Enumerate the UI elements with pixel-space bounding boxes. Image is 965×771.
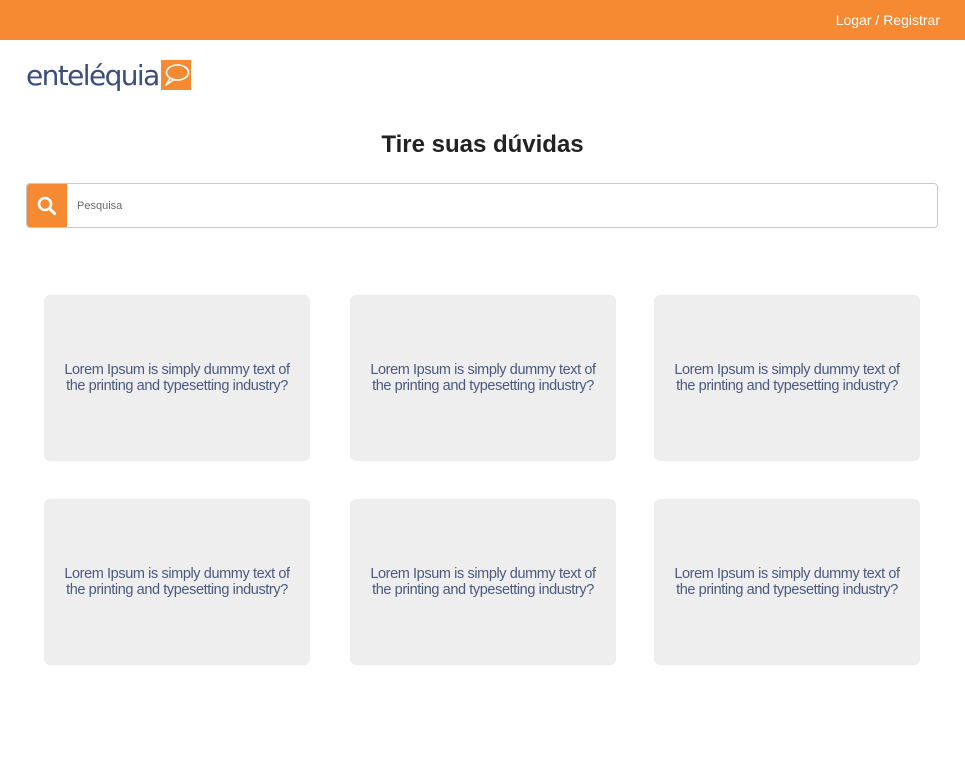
question-text: Lorem Ipsum is simply dummy text of the … xyxy=(370,362,596,394)
question-text: Lorem Ipsum is simply dummy text of the … xyxy=(674,362,900,394)
question-text: Lorem Ipsum is simply dummy text of the … xyxy=(674,566,900,598)
logo-text: enteléquia xyxy=(26,59,160,92)
search-icon xyxy=(37,196,57,215)
question-card[interactable]: Lorem Ipsum is simply dummy text of the … xyxy=(44,499,310,665)
search-button[interactable] xyxy=(27,184,67,227)
question-card[interactable]: Lorem Ipsum is simply dummy text of the … xyxy=(654,295,920,461)
search-bar xyxy=(26,183,938,228)
search-input[interactable] xyxy=(67,184,937,227)
question-card[interactable]: Lorem Ipsum is simply dummy text of the … xyxy=(350,499,616,665)
question-card[interactable]: Lorem Ipsum is simply dummy text of the … xyxy=(44,295,310,461)
login-register-link[interactable]: Logar / Registrar xyxy=(836,12,940,28)
page-title: Tire suas dúvidas xyxy=(381,131,584,158)
question-card[interactable]: Lorem Ipsum is simply dummy text of the … xyxy=(654,499,920,665)
site-logo[interactable]: enteléquia xyxy=(26,58,191,94)
question-text: Lorem Ipsum is simply dummy text of the … xyxy=(64,362,290,394)
question-text: Lorem Ipsum is simply dummy text of the … xyxy=(64,566,290,598)
speech-bubble-icon xyxy=(160,60,191,90)
question-text: Lorem Ipsum is simply dummy text of the … xyxy=(370,566,596,598)
question-card[interactable]: Lorem Ipsum is simply dummy text of the … xyxy=(350,295,616,461)
top-bar: Logar / Registrar xyxy=(0,0,965,40)
